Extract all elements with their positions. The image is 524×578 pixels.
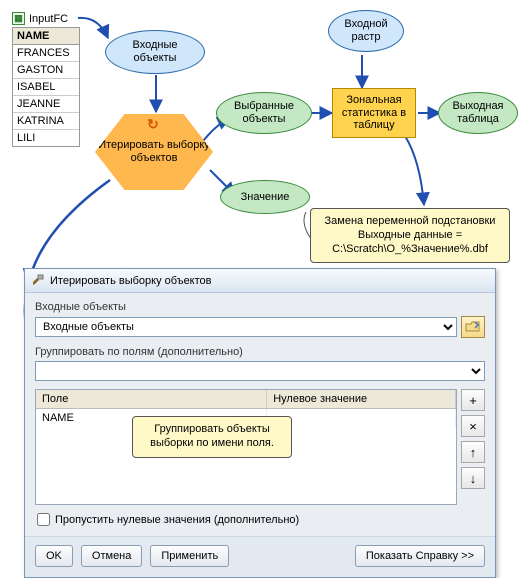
table-header: NAME: [13, 28, 79, 45]
table-icon: ▦: [12, 12, 25, 25]
folder-open-icon: [465, 320, 481, 334]
node-zonal-stats: Зональная статистика в таблицу: [332, 88, 416, 138]
dialog-title: Итерировать выборку объектов: [50, 275, 212, 287]
hammer-icon: [31, 274, 45, 288]
table-cell: ISABEL: [13, 79, 79, 96]
browse-button[interactable]: [461, 316, 485, 338]
remove-button[interactable]: ×: [461, 415, 485, 437]
label-input-features: Входные объекты: [35, 301, 485, 313]
select-group-field[interactable]: [35, 361, 485, 381]
table-cell: LILI: [13, 130, 79, 146]
label-group-by: Группировать по полям (дополнительно): [35, 346, 485, 358]
ok-button[interactable]: OK: [35, 545, 73, 567]
show-help-button[interactable]: Показать Справку >>: [355, 545, 485, 567]
table-cell: KATRINA: [13, 113, 79, 130]
table-cell: GASTON: [13, 62, 79, 79]
node-input-features: Входные объекты: [105, 30, 205, 74]
col-field[interactable]: Поле: [36, 390, 267, 409]
add-button[interactable]: +: [461, 389, 485, 411]
cancel-button[interactable]: Отмена: [81, 545, 142, 567]
table-cell: JEANNE: [13, 96, 79, 113]
node-input-raster: Входной растр: [328, 10, 404, 52]
callout-group-by: Группировать объекты выборки по имени по…: [132, 416, 292, 458]
dialog-titlebar[interactable]: Итерировать выборку объектов: [25, 269, 495, 293]
skip-nulls-label: Пропустить нулевые значения (дополнитель…: [55, 514, 299, 526]
move-up-button[interactable]: ↑: [461, 441, 485, 463]
node-output-table: Выходная таблица: [438, 92, 518, 134]
node-value: Значение: [220, 180, 310, 214]
recycle-icon: ↻: [147, 116, 159, 133]
input-table-label: InputFC: [29, 13, 68, 25]
skip-nulls-checkbox[interactable]: [37, 513, 50, 526]
move-down-button[interactable]: ↓: [461, 467, 485, 489]
input-table: ▦ InputFC NAME FRANCES GASTON ISABEL JEA…: [12, 12, 80, 147]
select-input-features[interactable]: Входные объекты: [35, 317, 457, 337]
table-cell: FRANCES: [13, 45, 79, 62]
col-null-value[interactable]: Нулевое значение: [267, 390, 456, 409]
apply-button[interactable]: Применить: [150, 545, 229, 567]
node-selected-features: Выбранные объекты: [216, 92, 312, 134]
callout-substitution: Замена переменной подстановки Выходные д…: [310, 208, 510, 263]
